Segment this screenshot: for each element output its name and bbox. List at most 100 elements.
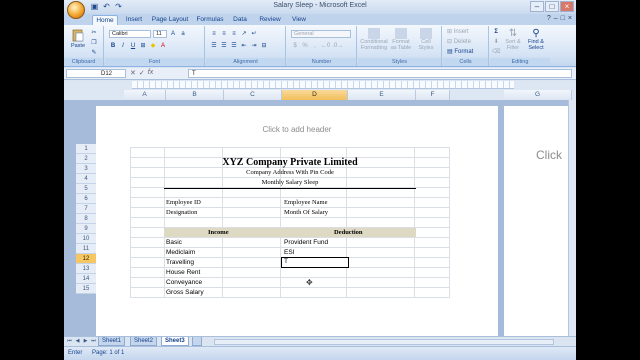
row-header-selected[interactable]: 12	[76, 254, 96, 264]
restore-doc-icon[interactable]: □	[561, 15, 565, 22]
row-header[interactable]: 7	[76, 204, 96, 214]
cell-month-of-salary[interactable]: Month Of Salary	[284, 209, 328, 216]
indent-decrease-icon[interactable]: ⇤	[240, 42, 248, 50]
align-left-icon[interactable]: ☰	[210, 42, 218, 50]
tab-page-layout[interactable]: Page Layout	[150, 15, 190, 25]
column-header[interactable]: E	[348, 90, 416, 100]
delete-cells-button[interactable]: ⊟ Delete	[447, 38, 471, 46]
new-sheet-icon[interactable]	[192, 337, 202, 346]
italic-button[interactable]: I	[119, 42, 127, 50]
last-sheet-icon[interactable]: ⏭	[90, 338, 97, 345]
tab-data[interactable]: Data	[230, 15, 250, 25]
clear-icon[interactable]: ⌫	[492, 48, 500, 56]
tab-formulas[interactable]: Formulas	[194, 15, 226, 25]
row-header[interactable]: 9	[76, 224, 96, 234]
next-sheet-icon[interactable]: ▶	[82, 338, 89, 345]
cell-styles-button[interactable]: Cell Styles	[414, 28, 438, 51]
paste-button[interactable]: Paste	[68, 28, 88, 49]
align-center-icon[interactable]: ☰	[220, 42, 228, 50]
cell-deduction-item[interactable]: Provident Fund	[284, 239, 328, 246]
row-header[interactable]: 2	[76, 154, 96, 164]
row-header[interactable]: 14	[76, 274, 96, 284]
row-header[interactable]: 13	[76, 264, 96, 274]
fx-icon[interactable]: fx	[148, 69, 153, 77]
cut-icon[interactable]: ✂	[90, 29, 98, 37]
tab-review[interactable]: Review	[256, 15, 284, 25]
column-header[interactable]: C	[224, 90, 282, 100]
column-header[interactable]: B	[166, 90, 224, 100]
sort-filter-button[interactable]: ⇅ Sort & Filter	[502, 28, 524, 51]
insert-cells-button[interactable]: ⊞ Insert	[447, 28, 469, 36]
number-format-select[interactable]: General	[291, 30, 351, 38]
row-header[interactable]: 5	[76, 184, 96, 194]
minimize-button[interactable]: –	[530, 1, 544, 12]
prev-sheet-icon[interactable]: ◀	[74, 338, 81, 345]
close-doc-icon[interactable]: ×	[568, 15, 572, 22]
first-sheet-icon[interactable]: ⏮	[66, 338, 73, 345]
deduction-header[interactable]: Deduction	[334, 228, 363, 237]
vertical-scrollbar[interactable]	[568, 100, 576, 336]
borders-icon[interactable]: ⊞	[139, 42, 147, 50]
currency-button[interactable]: $	[291, 42, 299, 50]
format-cells-button[interactable]: ▤ Format	[447, 48, 473, 56]
cell-employee-id[interactable]: Employee ID	[166, 199, 201, 206]
income-header[interactable]: Income	[208, 228, 229, 237]
font-family-select[interactable]: Calibri	[109, 30, 151, 38]
header-hint[interactable]: Click to add header	[96, 125, 498, 134]
cell-employee-name[interactable]: Employee Name	[284, 199, 328, 206]
merge-center-icon[interactable]: ⊟	[260, 42, 268, 50]
office-button[interactable]	[67, 1, 85, 19]
format-as-table-button[interactable]: Format as Table	[389, 28, 413, 51]
shrink-font-icon[interactable]: a	[179, 30, 187, 38]
row-header[interactable]: 11	[76, 244, 96, 254]
column-header-selected[interactable]: D	[282, 90, 348, 100]
enter-icon[interactable]: ✓	[139, 69, 145, 77]
decrease-decimal-icon[interactable]: .0→	[332, 42, 343, 50]
percent-button[interactable]: %	[301, 42, 309, 50]
cancel-icon[interactable]: ✕	[130, 69, 136, 77]
cell-income-item[interactable]: Gross Salary	[166, 289, 204, 296]
sheet-tab[interactable]: Sheet2	[130, 337, 158, 346]
help-icon[interactable]: ?	[547, 15, 551, 22]
row-header[interactable]: 3	[76, 164, 96, 174]
column-header[interactable]: A	[124, 90, 166, 100]
cell-designation[interactable]: Designation	[166, 209, 197, 216]
formula-input[interactable]: T	[188, 69, 572, 78]
column-header[interactable]: F	[416, 90, 450, 100]
name-box[interactable]: D12	[66, 69, 126, 78]
cell-income-item[interactable]: Conveyance	[166, 279, 202, 286]
next-page-header-hint[interactable]: Click	[536, 148, 562, 162]
font-size-select[interactable]: 11	[153, 30, 167, 38]
increase-decimal-icon[interactable]: ←0	[321, 42, 330, 50]
row-header[interactable]: 15	[76, 284, 96, 294]
row-header[interactable]: 6	[76, 194, 96, 204]
align-bottom-icon[interactable]: ≡	[230, 30, 238, 38]
sheet-tab[interactable]: Sheet1	[98, 337, 126, 346]
close-button[interactable]: ×	[560, 1, 574, 12]
row-header[interactable]: 10	[76, 234, 96, 244]
indent-increase-icon[interactable]: ⇥	[250, 42, 258, 50]
font-color-icon[interactable]: A	[159, 42, 167, 50]
orientation-icon[interactable]: ↗	[240, 30, 248, 38]
find-select-button[interactable]: ⚲ Find & Select	[524, 28, 548, 51]
row-header[interactable]: 8	[76, 214, 96, 224]
cell-income-item[interactable]: Basic	[166, 239, 182, 246]
sheet-tab-active[interactable]: Sheet3	[161, 337, 189, 346]
comma-button[interactable]: ,	[311, 42, 319, 50]
tab-view[interactable]: View	[288, 15, 310, 25]
tab-home[interactable]: Home	[92, 15, 118, 25]
align-middle-icon[interactable]: ≡	[220, 30, 228, 38]
horizontal-scrollbar[interactable]	[214, 339, 554, 345]
grow-font-icon[interactable]: A	[169, 30, 177, 38]
autosum-button[interactable]: Σ	[492, 28, 500, 36]
bold-button[interactable]: B	[109, 42, 117, 50]
conditional-formatting-button[interactable]: Conditional Formatting	[360, 28, 388, 51]
cell-income-item[interactable]: Travelling	[166, 259, 194, 266]
maximize-button[interactable]: □	[545, 1, 559, 12]
row-header[interactable]: 4	[76, 174, 96, 184]
column-header[interactable]: G	[504, 90, 572, 100]
align-right-icon[interactable]: ☰	[230, 42, 238, 50]
fill-icon[interactable]: ⬇	[492, 38, 500, 46]
underline-button[interactable]: U	[129, 42, 137, 50]
copy-icon[interactable]: ❐	[90, 39, 98, 47]
